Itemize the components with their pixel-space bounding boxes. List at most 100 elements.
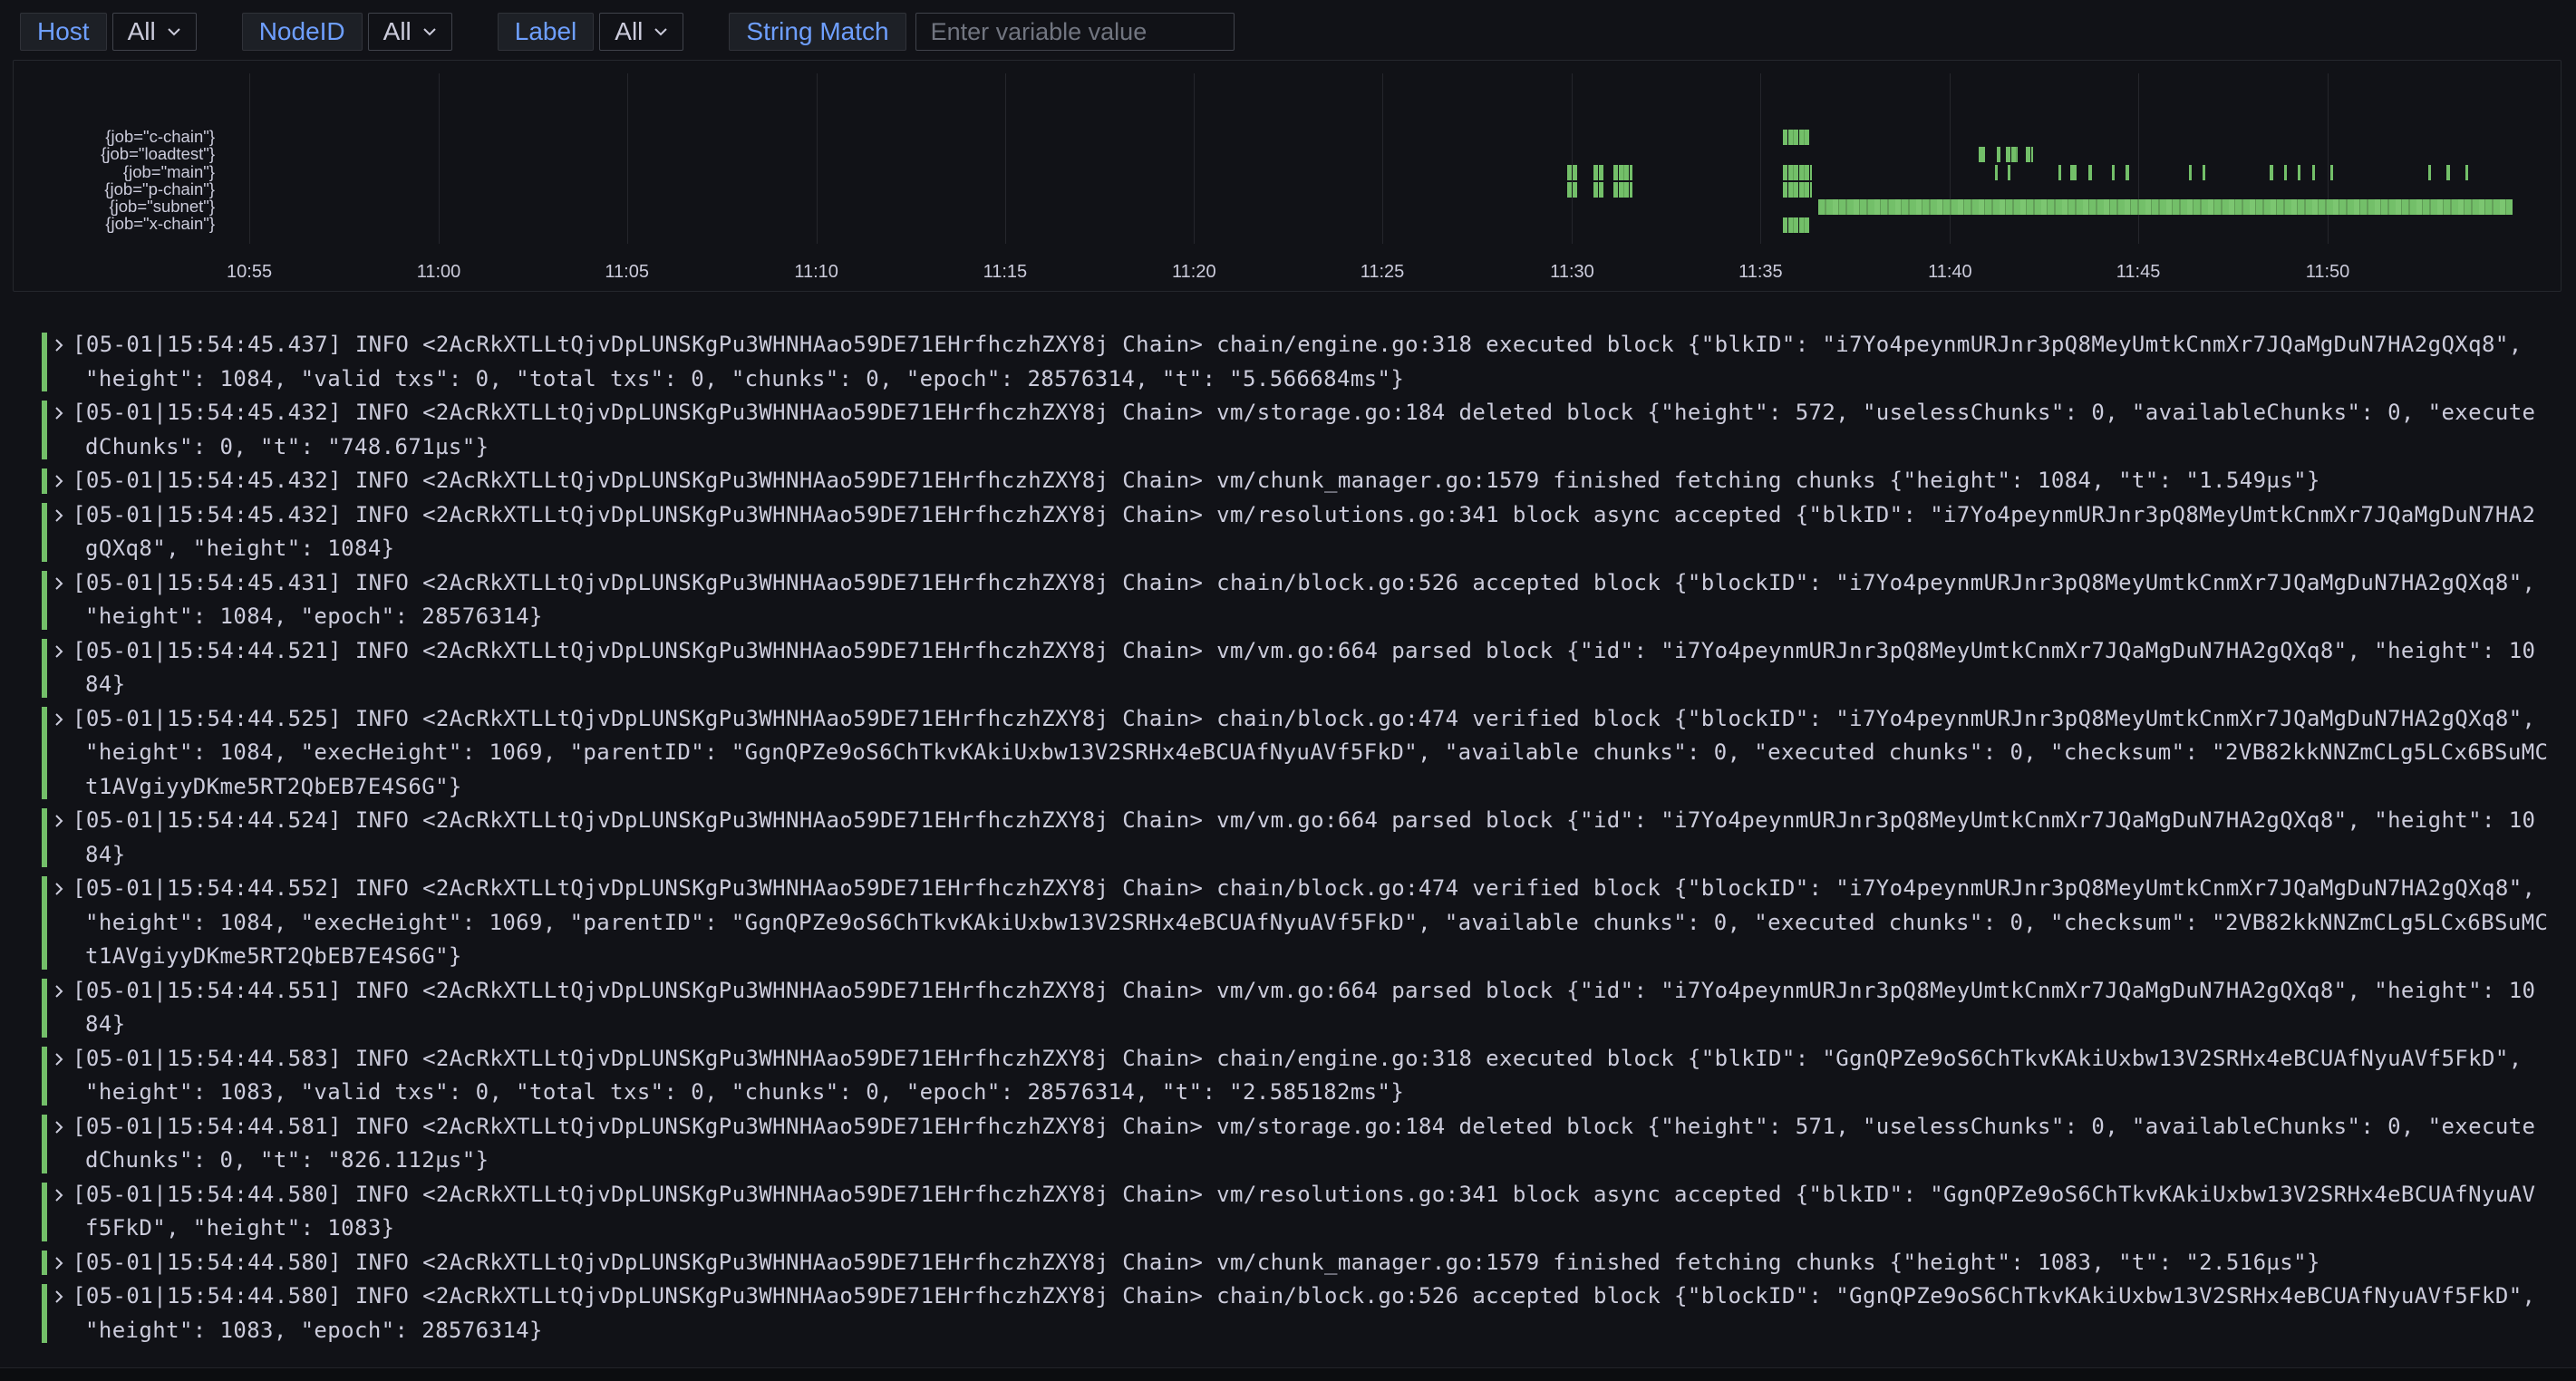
timeline-plot: 10:5511:0011:0511:1011:1511:2011:2511:30… — [220, 73, 2544, 244]
log-line: [05-01|15:54:44.580] INFO <2AcRkXTLLtQjv… — [73, 1178, 2576, 1212]
x-gridline — [439, 73, 440, 244]
expand-chevron-icon[interactable] — [53, 1118, 64, 1136]
log-line-continuation: 84} — [73, 1008, 2576, 1042]
log-row[interactable]: [05-01|15:54:45.431] INFO <2AcRkXTLLtQjv… — [42, 566, 2576, 634]
expand-chevron-icon[interactable] — [53, 575, 64, 593]
expand-chevron-icon[interactable] — [53, 710, 64, 729]
host-variable-label: Host — [20, 13, 107, 51]
x-axis-tick-label: 10:55 — [227, 262, 272, 283]
expand-chevron-icon[interactable] — [53, 404, 64, 422]
variables-toolbar: Host All NodeID All Label All String Mat… — [20, 13, 1235, 51]
log-volume-bar — [2312, 165, 2315, 180]
label-variable-dropdown[interactable]: All — [599, 13, 683, 51]
log-volume-bar — [1593, 165, 1603, 180]
log-row[interactable]: [05-01|15:54:44.580] INFO <2AcRkXTLLtQjv… — [42, 1246, 2576, 1280]
expand-chevron-icon[interactable] — [53, 1050, 64, 1068]
log-line-continuation: 84} — [73, 668, 2576, 702]
log-volume-bar — [2058, 165, 2061, 180]
label-variable-value: All — [615, 17, 643, 46]
expand-chevron-icon[interactable] — [53, 642, 64, 661]
log-line: [05-01|15:54:45.432] INFO <2AcRkXTLLtQjv… — [73, 396, 2576, 430]
log-volume-bar — [2446, 165, 2450, 180]
log-row[interactable]: [05-01|15:54:44.551] INFO <2AcRkXTLLtQjv… — [42, 974, 2576, 1042]
log-volume-bar — [2088, 165, 2091, 180]
log-line: [05-01|15:54:44.552] INFO <2AcRkXTLLtQjv… — [73, 872, 2576, 906]
x-axis-tick-label: 11:05 — [605, 262, 649, 283]
series-label: {job="x-chain"} — [14, 215, 215, 232]
log-line-continuation: 84} — [73, 838, 2576, 873]
log-row[interactable]: [05-01|15:54:45.432] INFO <2AcRkXTLLtQjv… — [42, 498, 2576, 566]
log-line: [05-01|15:54:44.580] INFO <2AcRkXTLLtQjv… — [73, 1280, 2576, 1314]
log-row[interactable]: [05-01|15:54:44.583] INFO <2AcRkXTLLtQjv… — [42, 1042, 2576, 1110]
log-line-continuation: f5FkD", "height": 1083} — [73, 1212, 2576, 1246]
log-row[interactable]: [05-01|15:54:44.552] INFO <2AcRkXTLLtQjv… — [42, 872, 2576, 974]
log-volume-bar — [1979, 147, 1985, 162]
log-line-continuation: gQXq8", "height": 1084} — [73, 532, 2576, 566]
log-line-continuation: "height": 1084, "valid txs": 0, "total t… — [73, 362, 2576, 397]
log-row[interactable]: [05-01|15:54:44.524] INFO <2AcRkXTLLtQjv… — [42, 804, 2576, 872]
string-match-input[interactable] — [915, 13, 1235, 51]
expand-chevron-icon[interactable] — [53, 1288, 64, 1306]
host-variable-dropdown[interactable]: All — [112, 13, 197, 51]
x-axis-tick-label: 11:35 — [1738, 262, 1783, 283]
expand-chevron-icon[interactable] — [53, 880, 64, 898]
log-line: [05-01|15:54:45.432] INFO <2AcRkXTLLtQjv… — [73, 498, 2576, 533]
log-volume-bar — [2070, 165, 2077, 180]
log-volume-bar — [2026, 147, 2033, 162]
log-row[interactable]: [05-01|15:54:45.432] INFO <2AcRkXTLLtQjv… — [42, 464, 2576, 498]
series-label: {job="loadtest"} — [14, 145, 215, 162]
x-axis-tick-label: 11:25 — [1361, 262, 1405, 283]
log-volume-bar — [1818, 199, 2513, 215]
x-axis-tick-label: 11:30 — [1550, 262, 1594, 283]
x-axis-tick-label: 11:10 — [794, 262, 838, 283]
label-variable-label: Label — [498, 13, 595, 51]
log-row[interactable]: [05-01|15:54:45.437] INFO <2AcRkXTLLtQjv… — [42, 328, 2576, 396]
log-row[interactable]: [05-01|15:54:44.525] INFO <2AcRkXTLLtQjv… — [42, 702, 2576, 805]
log-row[interactable]: [05-01|15:54:45.432] INFO <2AcRkXTLLtQjv… — [42, 396, 2576, 464]
log-volume-bar — [2330, 165, 2333, 180]
log-row[interactable]: [05-01|15:54:44.581] INFO <2AcRkXTLLtQjv… — [42, 1110, 2576, 1178]
x-gridline — [249, 73, 250, 244]
log-volume-panel: {job="c-chain"}{job="loadtest"}{job="mai… — [13, 60, 2561, 292]
log-line: [05-01|15:54:45.437] INFO <2AcRkXTLLtQjv… — [73, 328, 2576, 362]
chevron-down-icon — [654, 27, 668, 36]
log-row[interactable]: [05-01|15:54:44.580] INFO <2AcRkXTLLtQjv… — [42, 1280, 2576, 1347]
series-label: {job="main"} — [14, 163, 215, 180]
expand-chevron-icon[interactable] — [53, 507, 64, 525]
expand-chevron-icon[interactable] — [53, 982, 64, 1000]
log-line-continuation: "height": 1084, "execHeight": 1069, "par… — [73, 736, 2576, 770]
expand-chevron-icon[interactable] — [53, 1254, 64, 1272]
expand-chevron-icon[interactable] — [53, 472, 64, 490]
log-row[interactable]: [05-01|15:54:44.580] INFO <2AcRkXTLLtQjv… — [42, 1178, 2576, 1246]
log-line: [05-01|15:54:45.431] INFO <2AcRkXTLLtQjv… — [73, 566, 2576, 601]
string-match-label: String Match — [729, 13, 905, 51]
log-volume-bar — [1997, 147, 2000, 162]
log-line-continuation: dChunks": 0, "t": "748.671µs"} — [73, 430, 2576, 465]
log-volume-bar — [1995, 165, 1998, 180]
log-volume-bar — [2126, 165, 2128, 180]
log-volume-bar — [2112, 165, 2115, 180]
expand-chevron-icon[interactable] — [53, 1186, 64, 1204]
log-rows: [05-01|15:54:45.437] INFO <2AcRkXTLLtQjv… — [42, 328, 2576, 1347]
x-gridline — [627, 73, 628, 244]
expand-chevron-icon[interactable] — [53, 812, 64, 830]
log-line: [05-01|15:54:44.551] INFO <2AcRkXTLLtQjv… — [73, 974, 2576, 1009]
expand-chevron-icon[interactable] — [53, 336, 64, 354]
log-line: [05-01|15:54:45.432] INFO <2AcRkXTLLtQjv… — [73, 464, 2576, 498]
nodeid-variable-label: NodeID — [242, 13, 363, 51]
nodeid-variable-dropdown[interactable]: All — [368, 13, 452, 51]
log-line: [05-01|15:54:44.521] INFO <2AcRkXTLLtQjv… — [73, 634, 2576, 669]
log-volume-bar — [1567, 165, 1578, 180]
x-axis-tick-label: 11:50 — [2306, 262, 2350, 283]
log-volume-bar — [2008, 165, 2010, 180]
bottom-scrollbar[interactable] — [0, 1367, 2576, 1381]
log-volume-bar — [1783, 182, 1812, 198]
log-row[interactable]: [05-01|15:54:44.521] INFO <2AcRkXTLLtQjv… — [42, 634, 2576, 702]
variable-string-match: String Match — [729, 13, 1234, 51]
log-volume-bar — [2270, 165, 2272, 180]
log-volume-bar — [1783, 165, 1812, 180]
log-line: [05-01|15:54:44.524] INFO <2AcRkXTLLtQjv… — [73, 804, 2576, 838]
x-gridline — [2138, 73, 2139, 244]
x-axis-tick-label: 11:40 — [1928, 262, 1972, 283]
host-variable-value: All — [128, 17, 156, 46]
